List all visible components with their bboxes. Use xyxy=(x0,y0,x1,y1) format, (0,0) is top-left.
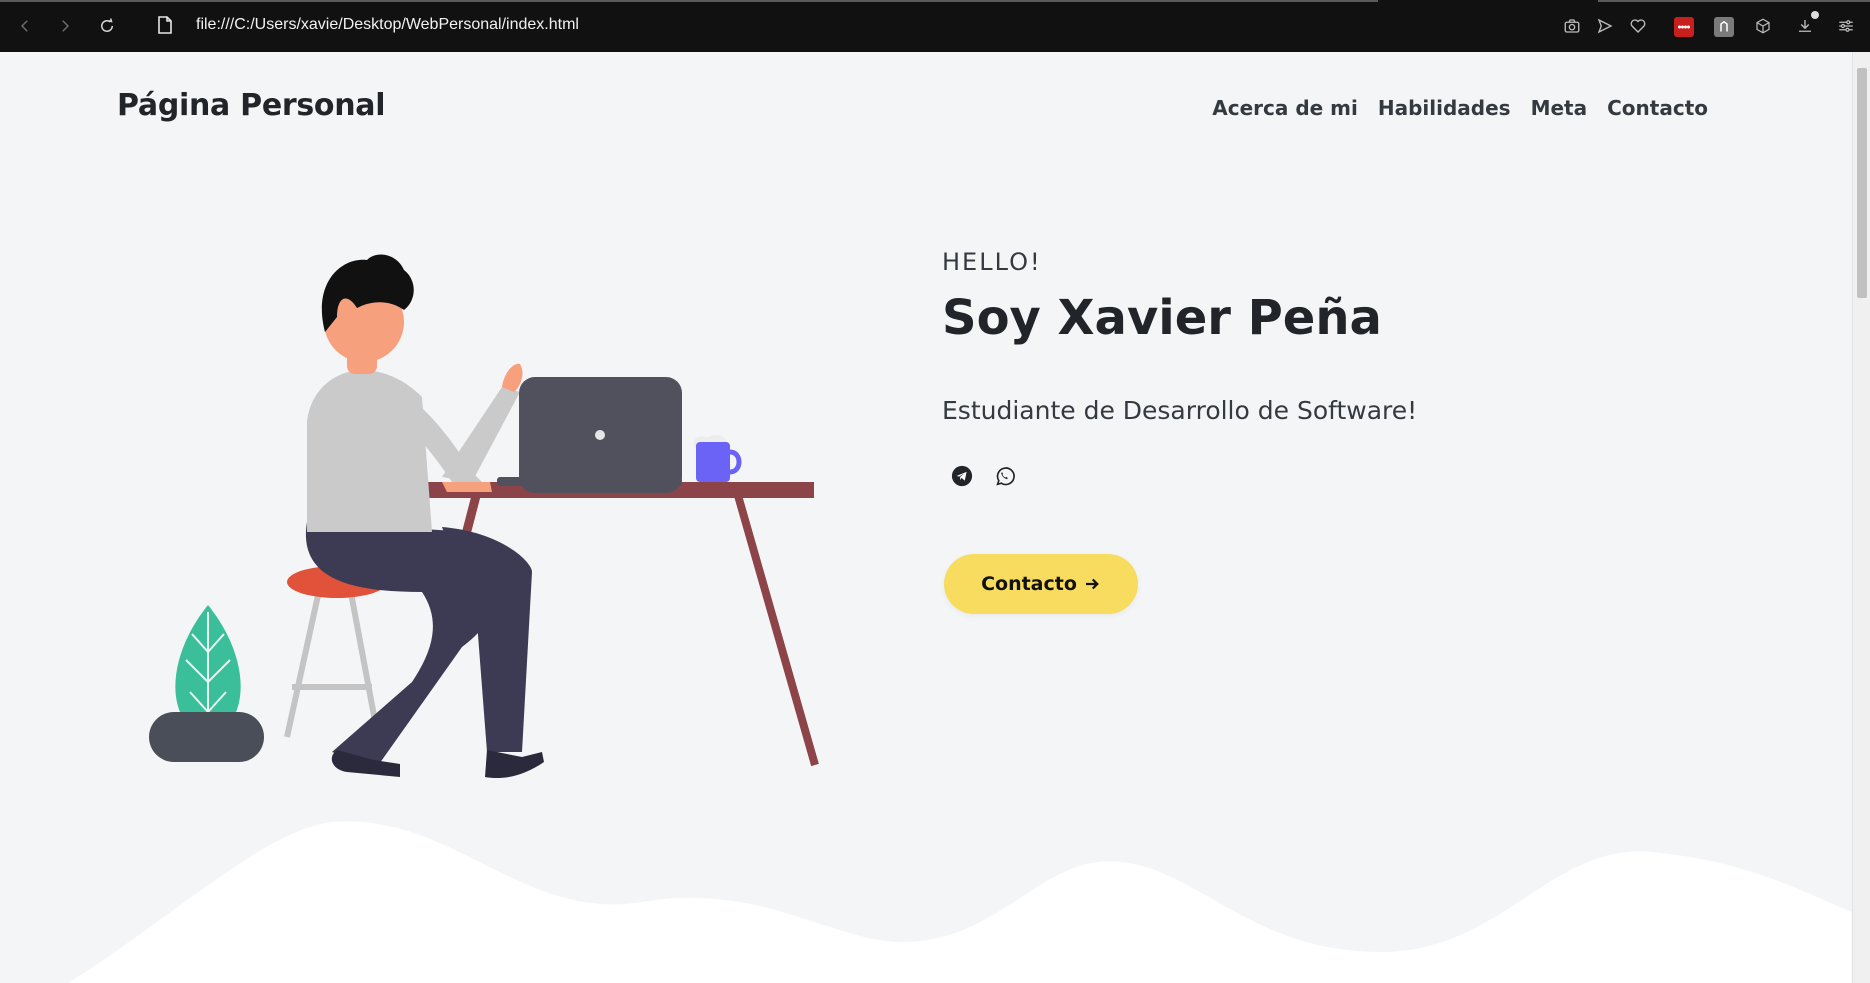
main-nav: Acerca de mi Habilidades Meta Contacto xyxy=(1212,96,1708,120)
social-links xyxy=(950,464,1016,488)
easy-setup-button[interactable] xyxy=(1835,15,1857,37)
download-icon xyxy=(1799,20,1811,32)
decorative-wave xyxy=(68,821,1852,983)
telegram-icon xyxy=(951,465,973,487)
send-button[interactable] xyxy=(1594,15,1616,37)
extension-button[interactable] xyxy=(1714,17,1734,37)
tab-strip-edge xyxy=(1598,0,1870,2)
scrollbar-thumb[interactable] xyxy=(1857,68,1867,298)
cube-icon xyxy=(1756,18,1770,34)
whatsapp-icon xyxy=(996,467,1015,486)
contact-button[interactable]: Contacto xyxy=(944,554,1138,614)
browser-toolbar: file:///C:/Users/xavie/Desktop/WebPerson… xyxy=(0,0,1870,52)
send-icon xyxy=(1597,18,1613,34)
reload-button[interactable] xyxy=(94,13,120,39)
heart-icon xyxy=(1630,19,1646,33)
contact-button-label: Contacto xyxy=(981,573,1077,595)
reload-icon xyxy=(101,18,113,32)
download-indicator-dot xyxy=(1811,11,1819,19)
chevron-right-icon xyxy=(62,20,70,32)
nav-link-about[interactable]: Acerca de mi xyxy=(1212,96,1358,120)
extension-logo-icon xyxy=(1720,20,1728,32)
sliders-icon xyxy=(1839,20,1853,32)
telegram-link[interactable] xyxy=(950,464,974,488)
tab-strip-edge xyxy=(0,0,1378,2)
chevron-left-icon xyxy=(20,20,28,32)
extensions-menu-button[interactable] xyxy=(1752,15,1774,37)
address-bar[interactable]: file:///C:/Users/xavie/Desktop/WebPerson… xyxy=(196,16,579,34)
nav-link-skills[interactable]: Habilidades xyxy=(1378,96,1511,120)
dots-icon xyxy=(1678,25,1690,29)
camera-icon xyxy=(1564,19,1580,33)
file-icon xyxy=(158,16,172,34)
hero-illustration xyxy=(149,254,819,779)
arrow-right-icon xyxy=(1085,578,1099,590)
site-brand[interactable]: Página Personal xyxy=(117,88,386,123)
hero-greeting: HELLO! xyxy=(942,248,1042,276)
web-page: Página Personal Acerca de mi Habilidades… xyxy=(2,52,1852,983)
back-button[interactable] xyxy=(12,13,38,39)
hero-name: Soy Xavier Peña xyxy=(942,290,1382,346)
bookmark-button[interactable] xyxy=(1627,15,1649,37)
password-extension-button[interactable] xyxy=(1674,17,1694,37)
whatsapp-link[interactable] xyxy=(992,464,1016,488)
snapshot-button[interactable] xyxy=(1561,15,1583,37)
hero-subtitle: Estudiante de Desarrollo de Software! xyxy=(942,396,1418,425)
vertical-scrollbar[interactable] xyxy=(1852,52,1870,983)
nav-link-contact[interactable]: Contacto xyxy=(1607,96,1708,120)
nav-link-goal[interactable]: Meta xyxy=(1531,96,1588,120)
forward-button[interactable] xyxy=(52,13,78,39)
